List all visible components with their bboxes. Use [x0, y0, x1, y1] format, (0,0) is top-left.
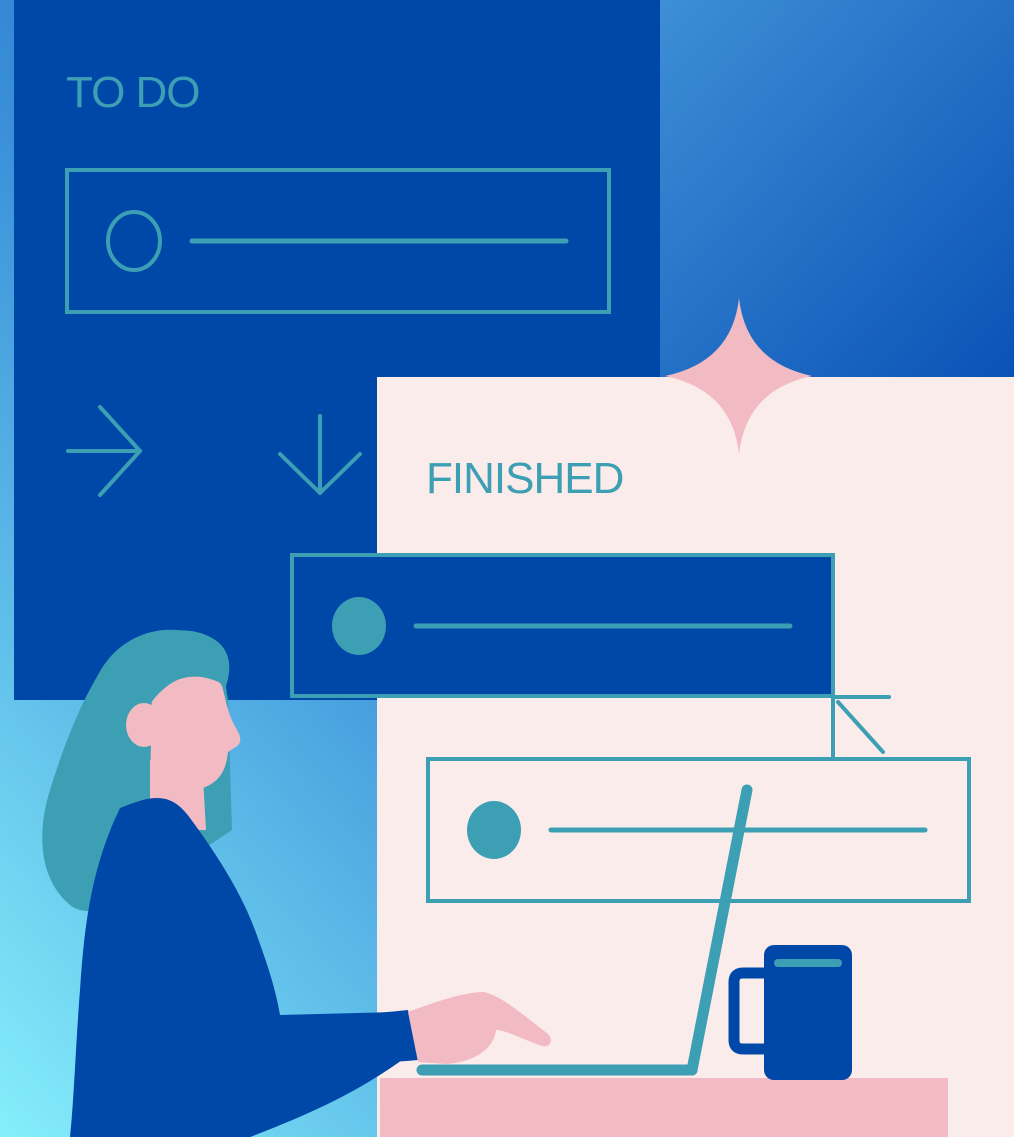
- todo-title: TO DO: [66, 68, 200, 117]
- finished-task-card-1[interactable]: [290, 553, 835, 698]
- illustration-scene: TO DO FINISHED: [0, 0, 1014, 1137]
- illustration-canvas: TO DO FINISHED: [0, 0, 1014, 1137]
- finished-title: FINISHED: [426, 454, 623, 503]
- desk: [380, 1078, 948, 1137]
- finished-task-card-2[interactable]: [426, 757, 971, 903]
- checkbox-filled-icon[interactable]: [332, 597, 386, 655]
- checkbox-filled-icon[interactable]: [467, 801, 521, 859]
- woman-ear: [126, 703, 162, 747]
- background-top-right: [660, 0, 1014, 380]
